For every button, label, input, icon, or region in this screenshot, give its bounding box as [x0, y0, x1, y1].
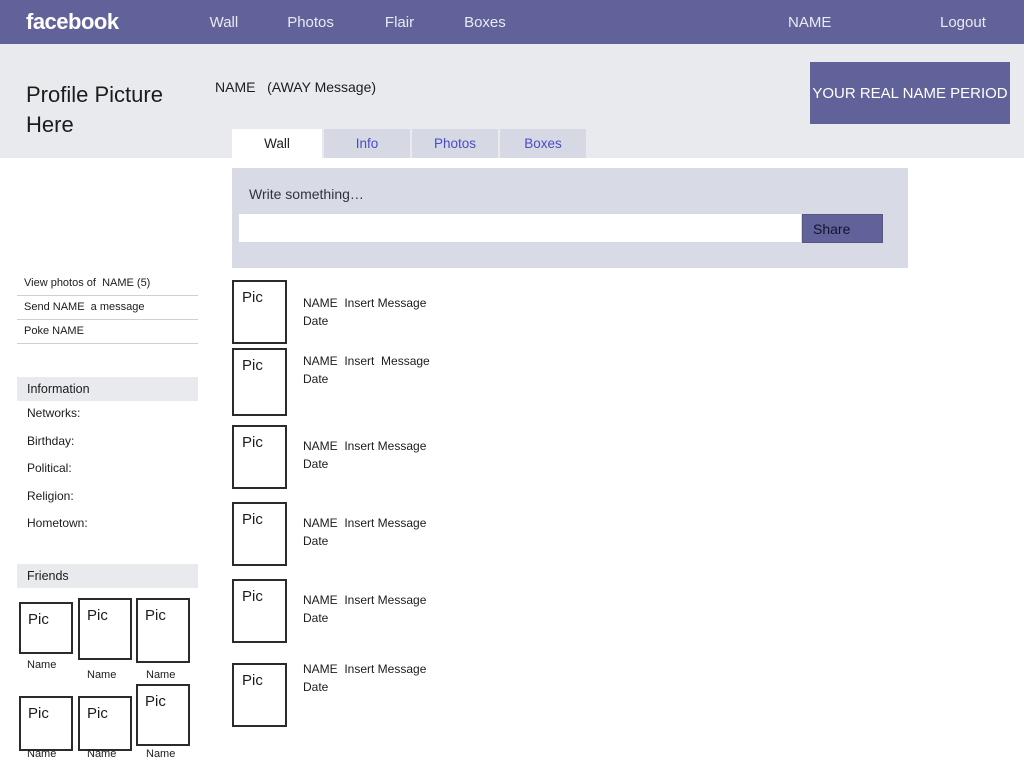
tab-info[interactable]: Info — [324, 129, 410, 158]
post-pic-label: Pic — [242, 357, 263, 374]
info-row-networks: Networks: — [27, 406, 81, 420]
information-section-heading: Information — [17, 377, 198, 401]
post-date: Date — [303, 457, 329, 471]
friend-thumbnail[interactable]: Pic — [136, 684, 190, 746]
friend-name-label: Name — [146, 669, 176, 681]
post-message: NAME Insert Message — [303, 593, 427, 607]
post-body: NAME Insert Message Date — [303, 516, 426, 548]
topnav-item-flair[interactable]: Flair — [385, 14, 414, 31]
post-body: NAME Insert Message Date — [303, 296, 426, 328]
friend-thumbnail[interactable]: Pic — [78, 598, 132, 660]
post-message: NAME Insert Message — [303, 516, 427, 530]
post-pic-label: Pic — [242, 289, 263, 306]
friends-section-heading: Friends — [17, 564, 198, 588]
post-body: NAME Insert Message Date — [303, 354, 430, 386]
friend-name-label: Name — [27, 659, 57, 671]
share-button[interactable]: Share — [802, 214, 883, 243]
friend-pic-label: Pic — [28, 705, 49, 722]
topnav-logout-link[interactable]: Logout — [940, 14, 986, 31]
friend-thumbnail[interactable]: Pic — [136, 598, 190, 663]
sidebar-link-view-photos[interactable]: View photos of NAME (5) — [17, 272, 198, 296]
profile-picture-placeholder: Profile Picture Here — [26, 82, 163, 137]
profile-tabs: Wall Info Photos Boxes — [232, 129, 588, 158]
sidebar-action-links: View photos of NAME (5) Send NAME a mess… — [17, 272, 198, 344]
real-name-banner: YOUR REAL NAME PERIOD — [810, 62, 1010, 124]
post-thumbnail[interactable]: Pic — [232, 280, 287, 344]
post-date: Date — [303, 611, 329, 625]
post-message: NAME Insert Message — [303, 296, 427, 310]
post-thumbnail[interactable]: Pic — [232, 663, 287, 727]
post-date: Date — [303, 372, 329, 386]
composer-input[interactable] — [239, 214, 801, 242]
post-body: NAME Insert Message Date — [303, 662, 426, 694]
friend-thumbnail[interactable]: Pic — [19, 602, 73, 654]
sidebar-link-poke[interactable]: Poke NAME — [17, 320, 198, 344]
friend-name-label: Name — [87, 748, 117, 760]
post-thumbnail[interactable]: Pic — [232, 502, 287, 566]
friend-name-label: Name — [27, 748, 57, 760]
topnav-item-photos[interactable]: Photos — [287, 14, 334, 31]
friend-pic-label: Pic — [28, 611, 49, 628]
friend-thumbnail[interactable]: Pic — [78, 696, 132, 751]
post-body: NAME Insert Message Date — [303, 593, 426, 625]
friend-name-label: Name — [87, 669, 117, 681]
post-pic-label: Pic — [242, 672, 263, 689]
friend-pic-label: Pic — [87, 607, 108, 624]
tab-boxes[interactable]: Boxes — [500, 129, 586, 158]
topnav-item-wall[interactable]: Wall — [210, 14, 239, 31]
post-message: NAME Insert Message — [303, 354, 430, 368]
facebook-logo[interactable]: facebook — [26, 9, 119, 35]
sidebar-link-send-message[interactable]: Send NAME a message — [17, 296, 198, 320]
top-navigation-bar: facebook Wall Photos Flair Boxes NAME Lo… — [0, 0, 1024, 44]
friend-pic-label: Pic — [145, 607, 166, 624]
topnav-account-name[interactable]: NAME — [788, 14, 831, 31]
information-field-list: Networks: Birthday: Political: Religion:… — [27, 406, 202, 544]
info-row-political: Political: — [27, 461, 72, 475]
status-composer: Write something… Share — [232, 168, 908, 268]
post-date: Date — [303, 314, 329, 328]
info-row-hometown: Hometown: — [27, 516, 88, 530]
post-pic-label: Pic — [242, 511, 263, 528]
tab-wall[interactable]: Wall — [232, 129, 322, 158]
post-thumbnail[interactable]: Pic — [232, 425, 287, 489]
post-body: NAME Insert Message Date — [303, 439, 426, 471]
topnav-item-boxes[interactable]: Boxes — [464, 14, 506, 31]
friend-pic-label: Pic — [87, 705, 108, 722]
post-thumbnail[interactable]: Pic — [232, 579, 287, 643]
post-thumbnail[interactable]: Pic — [232, 348, 287, 416]
info-row-religion: Religion: — [27, 488, 74, 503]
post-pic-label: Pic — [242, 588, 263, 605]
post-date: Date — [303, 680, 329, 694]
profile-name-and-away-message: NAME (AWAY Message) — [215, 79, 377, 95]
left-sidebar: View photos of NAME (5) Send NAME a mess… — [0, 158, 216, 768]
post-date: Date — [303, 534, 329, 548]
friend-name-label: Name — [146, 748, 176, 760]
composer-prompt-label: Write something… — [249, 186, 364, 202]
friend-thumbnail[interactable]: Pic — [19, 696, 73, 751]
post-message: NAME Insert Message — [303, 662, 427, 676]
post-pic-label: Pic — [242, 434, 263, 451]
info-row-birthday: Birthday: — [27, 433, 75, 448]
post-message: NAME Insert Message — [303, 439, 427, 453]
friend-pic-label: Pic — [145, 693, 166, 710]
tab-photos[interactable]: Photos — [412, 129, 498, 158]
